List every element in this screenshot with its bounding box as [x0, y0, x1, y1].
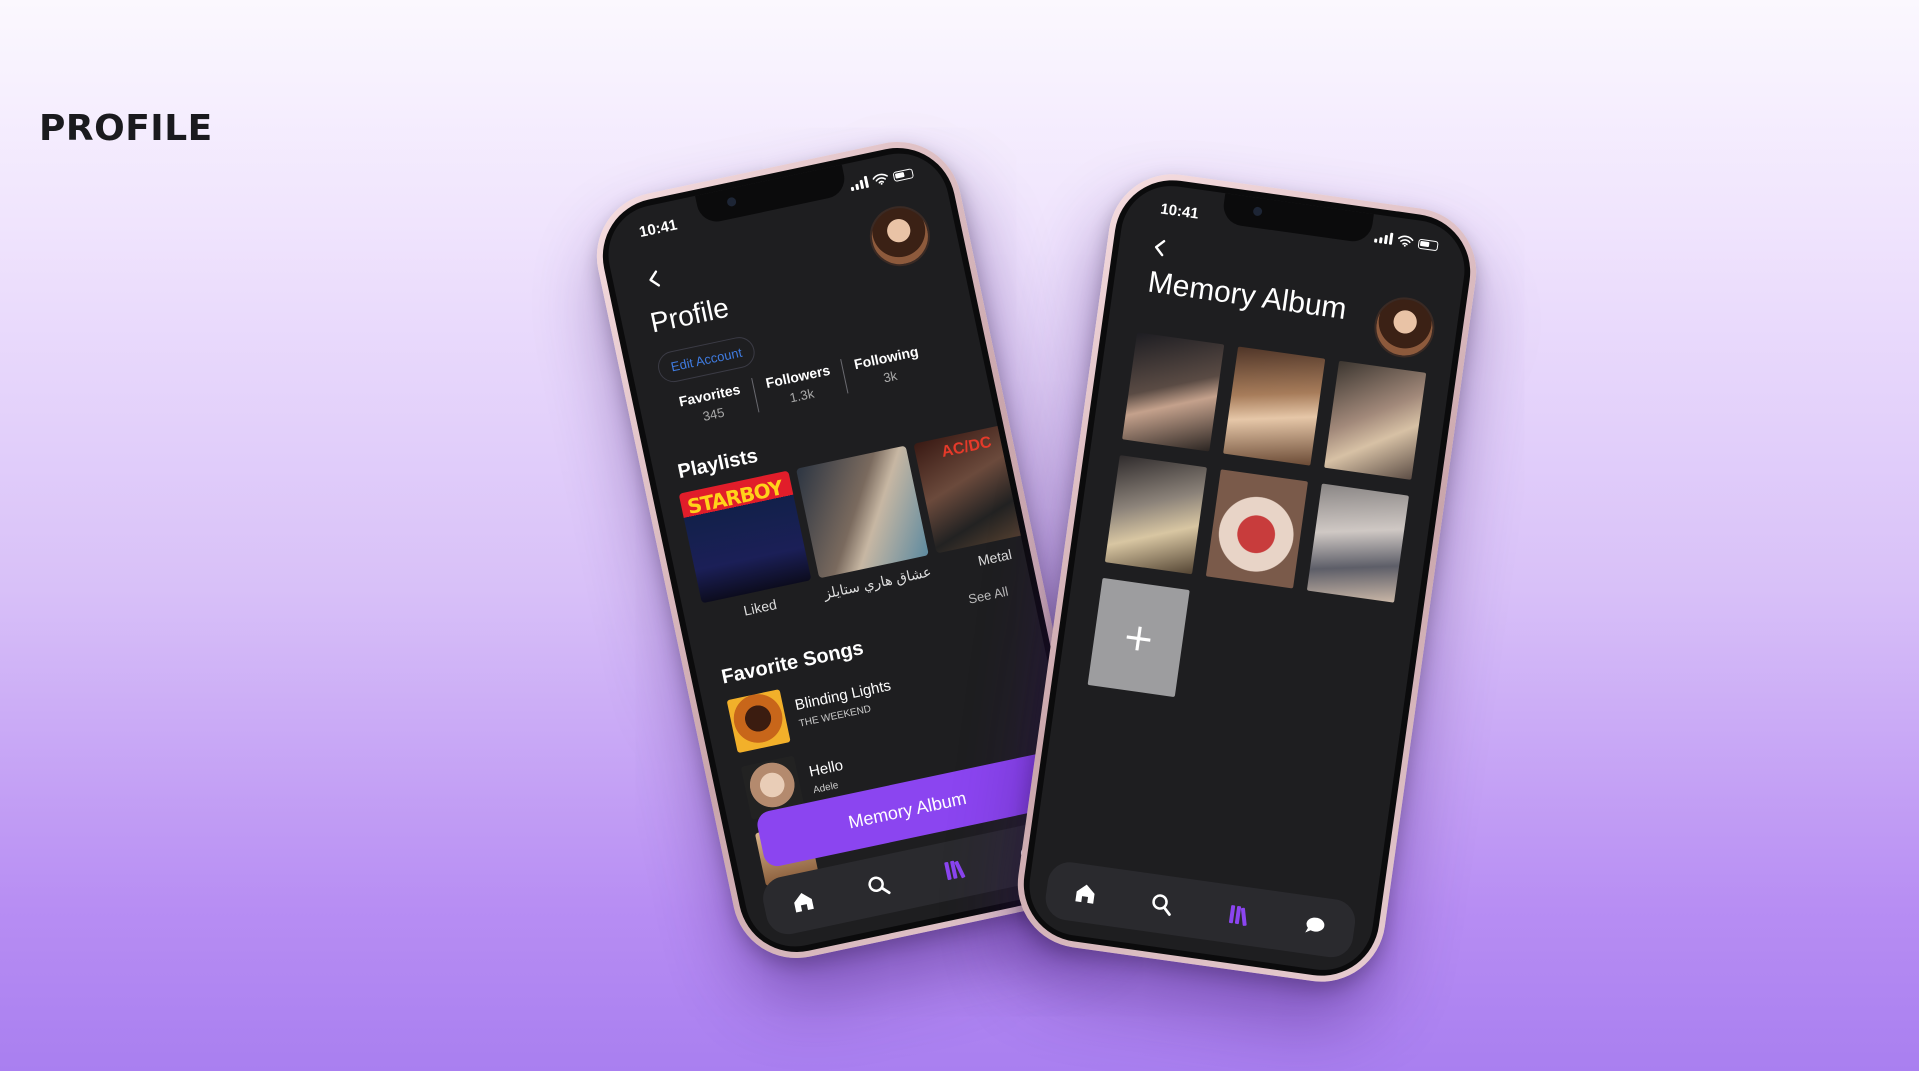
- page-heading: PROFILE: [39, 108, 213, 149]
- library-icon[interactable]: [1224, 900, 1253, 929]
- album-photo[interactable]: [1223, 346, 1326, 466]
- search-icon[interactable]: [863, 870, 894, 901]
- signal-icon: [1373, 231, 1394, 245]
- avatar[interactable]: [864, 200, 936, 272]
- playlist-cover: [678, 470, 812, 604]
- status-icons: [849, 166, 915, 192]
- battery-icon: [1417, 238, 1439, 252]
- stat-favorites[interactable]: Favorites 345: [664, 378, 759, 431]
- edit-account-button[interactable]: Edit Account: [655, 334, 758, 385]
- album-photo[interactable]: [1324, 360, 1427, 480]
- memory-album-screen: 10:41 Memory Album +: [1023, 179, 1471, 977]
- signal-icon: [849, 175, 870, 192]
- back-icon[interactable]: [1148, 235, 1173, 260]
- song-artist: Adele: [812, 779, 840, 796]
- page-title: Profile: [647, 291, 732, 339]
- back-icon[interactable]: [641, 266, 667, 292]
- status-icons: [1373, 231, 1439, 252]
- wifi-icon: [1397, 235, 1414, 247]
- playlist-label: Metal: [976, 546, 1014, 569]
- photo-grid: +: [1087, 332, 1427, 725]
- wifi-icon: [872, 173, 888, 185]
- home-icon[interactable]: [788, 886, 819, 917]
- library-icon[interactable]: [939, 854, 970, 885]
- chat-icon[interactable]: [1301, 911, 1330, 940]
- memory-album-phone: 10:41 Memory Album +: [1009, 166, 1485, 990]
- playlist-item[interactable]: Liked: [678, 470, 817, 627]
- album-photo[interactable]: [1122, 332, 1225, 452]
- status-time: 10:41: [1159, 200, 1200, 223]
- battery-icon: [892, 168, 915, 183]
- album-photo[interactable]: [1104, 455, 1208, 575]
- home-icon[interactable]: [1071, 879, 1100, 908]
- search-icon[interactable]: [1147, 890, 1176, 919]
- stat-following[interactable]: Following 3k: [839, 340, 936, 394]
- see-all-link[interactable]: See All: [967, 584, 1010, 607]
- page-title: Memory Album: [1145, 265, 1349, 327]
- song-title: Hello: [807, 756, 845, 781]
- album-photo[interactable]: [1306, 483, 1410, 603]
- playlist-cover: [796, 445, 929, 579]
- camera-dot: [726, 196, 737, 208]
- profile-screen: 10:41 Profile Edit Account Favorites 345…: [599, 144, 1095, 956]
- song-artwork: [726, 689, 791, 754]
- camera-dot: [1252, 206, 1263, 217]
- album-photo[interactable]: [1205, 469, 1309, 589]
- status-time: 10:41: [637, 216, 679, 242]
- playlist-item[interactable]: عشاق هاري ستايلز: [796, 445, 934, 603]
- stat-followers[interactable]: Followers 1.3k: [751, 359, 848, 413]
- avatar[interactable]: [1370, 293, 1439, 362]
- playlist-label: Liked: [741, 596, 779, 619]
- bottom-nav: [1042, 859, 1358, 961]
- add-photo-button[interactable]: +: [1087, 577, 1190, 698]
